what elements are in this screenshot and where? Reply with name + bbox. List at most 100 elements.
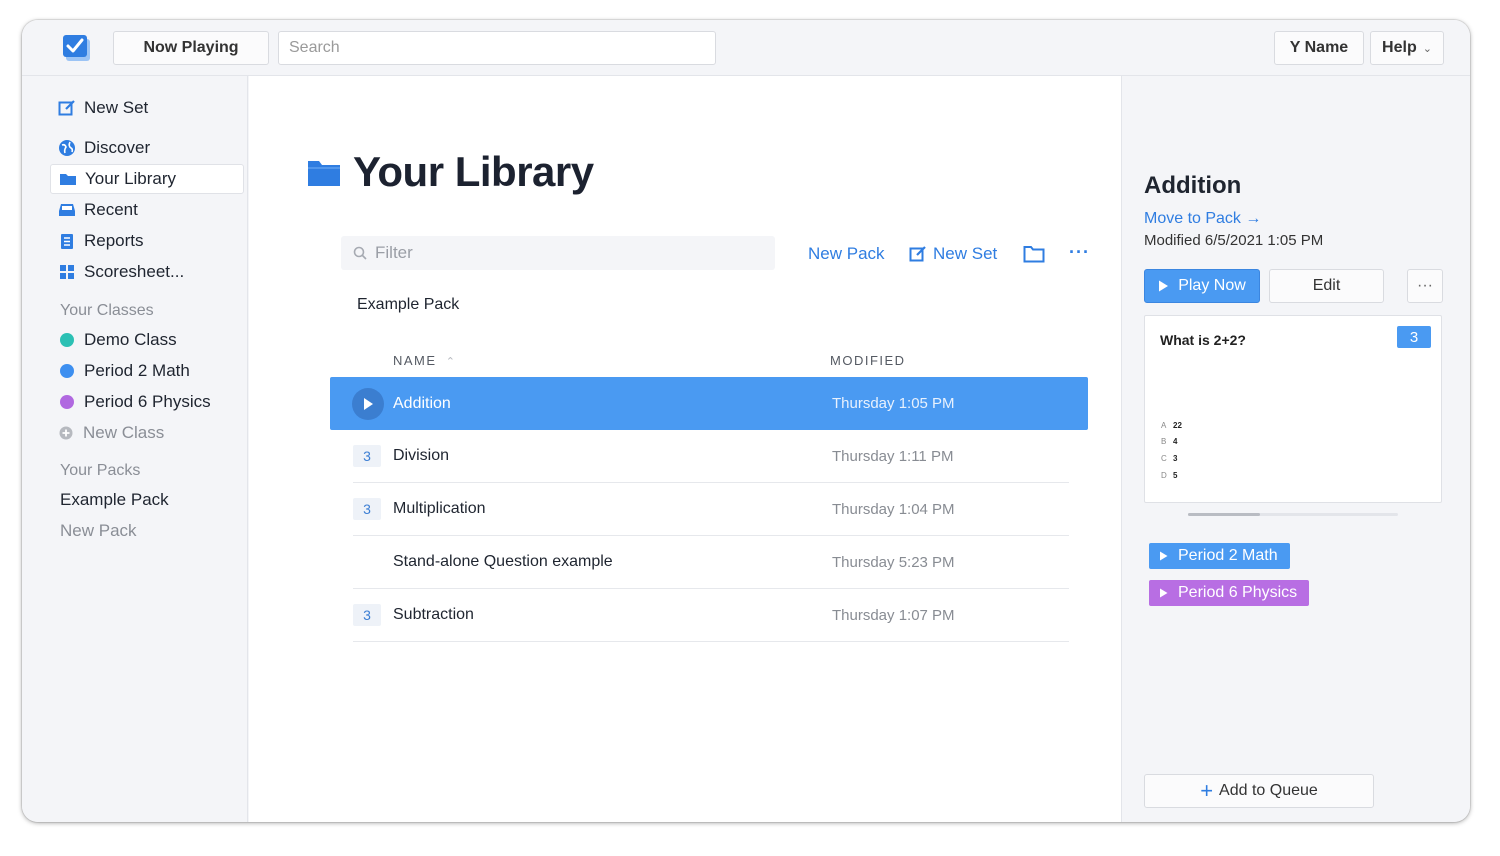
sidebar-item-class[interactable]: Period 6 Physics — [50, 387, 244, 417]
row-modified: Thursday 5:23 PM — [832, 553, 955, 571]
globe-icon — [58, 139, 76, 157]
table-row[interactable]: 3 Subtraction Thursday 1:07 PM — [353, 589, 1069, 642]
table-row[interactable]: 3 Multiplication Thursday 1:04 PM — [353, 483, 1069, 536]
question-text: What is 2+2? — [1160, 332, 1246, 348]
add-to-queue-label: Add to Queue — [1219, 782, 1318, 799]
move-to-pack-label: Move to Pack — [1144, 210, 1241, 227]
sidebar: New Set Discover Your Library Recent Rep… — [22, 76, 248, 822]
row-name: Division — [393, 447, 450, 464]
library-main: Your Library Filter New Pack New Set ···… — [249, 76, 1121, 822]
app-logo-icon[interactable] — [62, 34, 92, 62]
sidebar-item-class[interactable]: Demo Class — [50, 325, 244, 355]
row-name: Addition — [393, 394, 451, 412]
column-header-modified[interactable]: MODIFIED — [830, 353, 906, 368]
row-name: Stand-alone Question example — [393, 553, 613, 570]
sidebar-item-label: Discover — [84, 138, 151, 157]
report-icon — [58, 232, 76, 250]
new-set-label: New Set — [933, 244, 998, 263]
more-options-button[interactable]: ··· — [1407, 269, 1443, 303]
search-input[interactable] — [278, 31, 716, 65]
play-now-button[interactable]: Play Now — [1144, 269, 1260, 303]
row-name: Subtraction — [393, 606, 474, 623]
scrollbar-thumb[interactable] — [1188, 513, 1260, 516]
question-count-badge: 3 — [353, 604, 381, 626]
play-now-label: Play Now — [1178, 277, 1246, 294]
detail-panel: Addition Move to Pack → Modified 6/5/202… — [1121, 76, 1470, 822]
sidebar-item-label: Period 6 Physics — [84, 392, 211, 411]
answer-option: C3 — [1161, 454, 1178, 463]
new-set-button[interactable]: New Set — [909, 244, 997, 264]
sidebar-item-label: Demo Class — [84, 330, 177, 349]
row-modified: Thursday 1:04 PM — [832, 500, 955, 518]
table-row[interactable]: Stand-alone Question example Thursday 5:… — [353, 536, 1069, 589]
folder-icon — [308, 161, 340, 186]
sidebar-item-class[interactable]: Period 2 Math — [50, 356, 244, 386]
column-header-name[interactable]: NAME ⌃ — [393, 353, 456, 368]
app-window: Now Playing Y Name Help ⌄ New Set Discov… — [22, 20, 1470, 822]
preview-scrollbar[interactable] — [1188, 513, 1398, 516]
arrow-right-icon: → — [1245, 210, 1262, 227]
play-icon — [1160, 588, 1168, 598]
class-tag-period-6-physics[interactable]: Period 6 Physics — [1149, 580, 1310, 606]
edit-button[interactable]: Edit — [1269, 269, 1384, 303]
folder-button[interactable] — [1023, 245, 1045, 263]
page-title-row: Your Library — [307, 148, 594, 196]
move-to-pack-link[interactable]: Move to Pack → — [1144, 210, 1261, 228]
sidebar-item-label: Your Library — [85, 169, 177, 188]
plus-circle-icon — [58, 424, 74, 442]
grid-icon — [58, 263, 76, 281]
class-color-dot — [60, 333, 74, 347]
sidebar-item-reports[interactable]: Reports — [50, 226, 244, 256]
column-name-label: NAME — [393, 353, 437, 368]
row-name: Multiplication — [393, 500, 486, 517]
sidebar-item-new-class[interactable]: New Class — [50, 418, 244, 448]
user-name-button[interactable]: Y Name — [1274, 31, 1364, 65]
breadcrumb[interactable]: Example Pack — [357, 296, 459, 314]
sort-up-icon: ⌃ — [445, 356, 457, 368]
filter-placeholder: Filter — [375, 243, 413, 262]
sidebar-item-new-set[interactable]: New Set — [50, 93, 244, 123]
top-bar: Now Playing Y Name Help ⌄ — [22, 20, 1470, 76]
classes-heading: Your Classes — [60, 302, 154, 319]
new-pack-button[interactable]: New Pack — [808, 244, 885, 264]
sidebar-item-label: Reports — [84, 231, 144, 250]
add-to-queue-button[interactable]: + Add to Queue — [1144, 774, 1374, 808]
folder-icon — [59, 170, 77, 188]
sidebar-item-recent[interactable]: Recent — [50, 195, 244, 225]
sidebar-item-your-library[interactable]: Your Library — [50, 164, 244, 194]
question-count-badge: 3 — [353, 445, 381, 467]
sidebar-item-label: New Set — [84, 98, 149, 117]
row-modified: Thursday 1:07 PM — [832, 606, 955, 624]
answer-option: D5 — [1161, 471, 1178, 480]
page-title: Your Library — [353, 148, 594, 195]
sidebar-item-pack[interactable]: Example Pack — [60, 490, 169, 510]
more-options-button[interactable]: ··· — [1069, 242, 1090, 263]
answer-option: A 22 — [1161, 421, 1182, 430]
table-row[interactable]: 3 Division Thursday 1:11 PM — [353, 430, 1069, 483]
chevron-down-icon: ⌄ — [1422, 42, 1432, 55]
sidebar-item-label: Recent — [84, 200, 138, 219]
row-modified: Thursday 1:11 PM — [832, 447, 954, 465]
class-tag-label: Period 2 Math — [1178, 547, 1278, 564]
play-icon — [1160, 551, 1168, 561]
sidebar-item-scoresheet[interactable]: Scoresheet... — [50, 257, 244, 287]
detail-title: Addition — [1144, 172, 1242, 199]
edit-icon — [58, 99, 76, 117]
question-count-badge: 3 — [353, 498, 381, 520]
packs-heading: Your Packs — [60, 462, 141, 479]
filter-input[interactable]: Filter — [341, 236, 775, 270]
class-tag-period-2-math[interactable]: Period 2 Math — [1149, 543, 1290, 569]
sidebar-item-new-pack[interactable]: New Pack — [60, 521, 137, 541]
edit-icon — [909, 246, 926, 262]
sidebar-item-discover[interactable]: Discover — [50, 133, 244, 163]
row-modified: Thursday 1:05 PM — [832, 395, 955, 412]
search-icon — [353, 246, 367, 260]
table-row[interactable]: Addition Thursday 1:05 PM — [330, 377, 1088, 430]
play-icon[interactable] — [352, 387, 384, 420]
question-preview-card[interactable]: What is 2+2? 3 A 22 B4 C3 D5 — [1144, 315, 1442, 503]
folder-outline-icon — [1023, 246, 1045, 263]
sidebar-item-label: Period 2 Math — [84, 361, 190, 380]
help-button[interactable]: Help ⌄ — [1370, 31, 1444, 65]
modified-date: Modified 6/5/2021 1:05 PM — [1144, 232, 1324, 249]
now-playing-button[interactable]: Now Playing — [113, 31, 269, 65]
